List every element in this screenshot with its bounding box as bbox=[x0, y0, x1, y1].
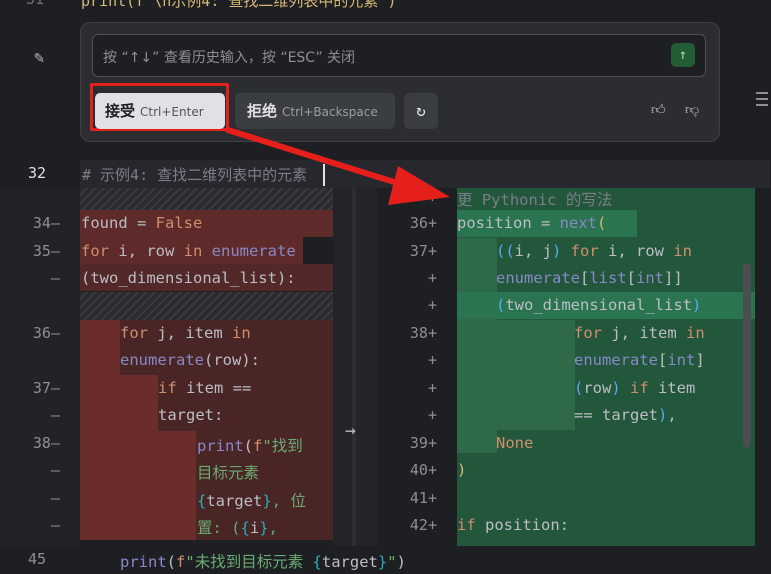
accept-label: 接受 bbox=[105, 102, 136, 120]
diff-view: 34– 35– – 36– 37– – 38– – – – found = Fa… bbox=[0, 188, 771, 546]
deleted-indent bbox=[80, 320, 120, 540]
code-line: found = False bbox=[81, 214, 203, 232]
code-line: for j, item in bbox=[120, 324, 251, 342]
regenerate-button[interactable]: ↻ bbox=[404, 93, 438, 129]
code-line: for j, item in bbox=[574, 324, 705, 342]
code-line: ) bbox=[457, 461, 467, 479]
empty-region bbox=[80, 188, 333, 210]
code-text: print(f"\n示例4: 查找二维列表中的元素") bbox=[81, 0, 397, 10]
line-number: 45 bbox=[28, 550, 47, 568]
ai-assistant-icon[interactable]: ✎ bbox=[34, 48, 44, 68]
inline-chat-popup: 按 “↑↓” 查看历史输入，按 “ESC” 关闭 ↑ 接受 Ctrl+Enter … bbox=[80, 22, 720, 142]
code-line: == target), bbox=[574, 406, 677, 424]
gutter-line: 35– bbox=[32, 242, 60, 260]
modified-code-pane[interactable]: 更 Pythonic 的写法 position = next( ((i, j) … bbox=[457, 188, 755, 546]
thumbs-up-icon[interactable]: 👍︎ bbox=[651, 101, 666, 118]
diff-divider: → bbox=[333, 188, 377, 546]
code-line: ((i, j) for i, row in bbox=[496, 242, 692, 260]
gutter-line: + bbox=[427, 406, 437, 424]
code-line: (two_dimensional_list): bbox=[81, 269, 296, 287]
code-line: {target}, 位 bbox=[197, 492, 306, 510]
code-line: target: bbox=[158, 406, 224, 424]
code-line: 更 Pythonic 的写法 bbox=[457, 191, 613, 209]
gutter-line: 38+ bbox=[409, 324, 437, 342]
gutter-line: – bbox=[50, 461, 60, 479]
code-line: if position: bbox=[457, 516, 569, 534]
reject-shortcut: Ctrl+Backspace bbox=[282, 105, 378, 119]
gutter-line: 36– bbox=[32, 324, 60, 342]
code-line: for i, row in enumerate bbox=[81, 242, 296, 260]
chat-placeholder: 按 “↑↓” 查看历史输入，按 “ESC” 关闭 bbox=[103, 50, 356, 66]
gutter-line: + bbox=[427, 351, 437, 369]
gutter-line: + bbox=[427, 296, 437, 314]
reject-button[interactable]: 拒绝 Ctrl+Backspace bbox=[235, 93, 395, 129]
left-gutter: 34– 35– – 36– 37– – 38– – – – bbox=[0, 188, 80, 546]
code-line-32[interactable]: 32 # 示例4: 查找二维列表中的元素 bbox=[0, 160, 771, 188]
gutter-line: + bbox=[427, 379, 437, 397]
code-line: (two_dimensional_list) bbox=[496, 296, 702, 314]
gutter-line: 41+ bbox=[409, 489, 437, 507]
code-line: if item == bbox=[158, 379, 252, 397]
send-button[interactable]: ↑ bbox=[671, 43, 695, 67]
line-number: 32 bbox=[28, 164, 47, 182]
inserted-indent bbox=[457, 238, 497, 453]
arrow-up-icon: ↑ bbox=[678, 47, 688, 63]
code-line: (row) if item bbox=[574, 379, 696, 397]
code-line: enumerate[list[int]] bbox=[496, 269, 683, 287]
code-text: # 示例4: 查找二维列表中的元素 bbox=[82, 166, 308, 184]
gutter-line: + bbox=[427, 188, 437, 206]
menu-icon[interactable] bbox=[756, 92, 768, 110]
gutter-line: – bbox=[50, 516, 60, 534]
vertical-scrollbar[interactable] bbox=[743, 263, 751, 448]
line-number: 31 bbox=[26, 0, 44, 8]
gutter-line: + bbox=[427, 269, 437, 287]
code-line: 置: ({i}, bbox=[197, 519, 278, 537]
code-text: print(f"未找到目标元素 {target}") bbox=[120, 553, 406, 571]
gutter-line: 40+ bbox=[409, 461, 437, 479]
gutter-line: 37+ bbox=[409, 242, 437, 260]
gutter-line: 38– bbox=[32, 434, 60, 452]
gutter-line: – bbox=[50, 406, 60, 424]
code-line-45[interactable]: 45 print(f"未找到目标元素 {target}") bbox=[0, 546, 771, 574]
accept-shortcut: Ctrl+Enter bbox=[140, 105, 204, 119]
deleted-indent bbox=[120, 375, 158, 540]
code-line: print(f"找到 bbox=[197, 437, 303, 455]
empty-region bbox=[80, 292, 333, 320]
thumbs-down-icon[interactable]: 👎︎ bbox=[685, 101, 699, 118]
gutter-line: 42+ bbox=[409, 516, 437, 534]
gutter-line: 39+ bbox=[409, 434, 437, 452]
deleted-indent bbox=[158, 431, 196, 540]
gutter-line: 37– bbox=[32, 379, 60, 397]
code-line-31: 31 print(f"\n示例4: 查找二维列表中的元素") bbox=[0, 0, 771, 10]
original-code-pane[interactable]: found = False for i, row in enumerate (t… bbox=[80, 188, 333, 546]
code-line: enumerate[int] bbox=[574, 351, 705, 369]
chat-input[interactable]: 按 “↑↓” 查看历史输入，按 “ESC” 关闭 ↑ bbox=[92, 34, 706, 77]
refresh-icon: ↻ bbox=[416, 101, 426, 120]
code-line: None bbox=[496, 434, 534, 452]
gutter-line: – bbox=[50, 489, 60, 507]
text-cursor bbox=[323, 164, 325, 186]
gutter-line: – bbox=[50, 269, 60, 287]
accept-button[interactable]: 接受 Ctrl+Enter bbox=[95, 93, 225, 129]
right-gutter: + 36+ 37+ + + 38+ + + + 39+ 40+ 41+ 42+ bbox=[377, 188, 457, 546]
code-line: enumerate(row): bbox=[120, 351, 260, 369]
code-line: position = next( bbox=[457, 214, 607, 232]
gutter-line: 36+ bbox=[409, 214, 437, 232]
inserted-indent bbox=[497, 320, 575, 430]
reject-label: 拒绝 bbox=[247, 102, 278, 120]
gutter-line: 34– bbox=[32, 214, 60, 232]
code-line: 目标元素 bbox=[197, 464, 260, 482]
apply-change-arrow-icon[interactable]: → bbox=[345, 420, 356, 441]
